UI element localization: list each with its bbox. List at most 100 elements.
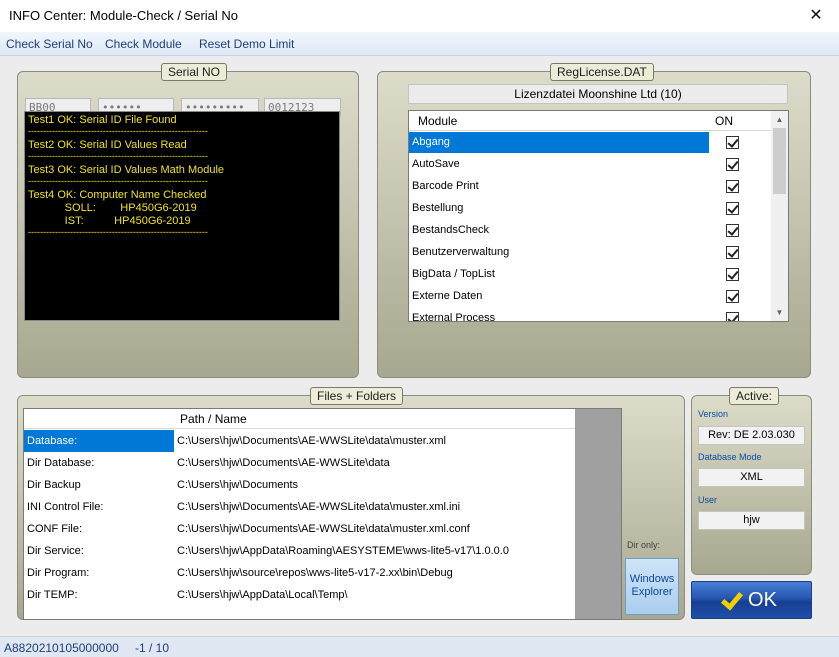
module-enabled-checkbox[interactable] [726, 202, 739, 215]
title-bar: INFO Center: Module-Check / Serial No ✕ [0, 0, 839, 32]
files-table-row[interactable]: Dir Backup C:\Users\hjw\Documents [24, 474, 575, 496]
files-table-header: Path / Name [24, 409, 575, 429]
row-path: C:\Users\hjw\Documents\AE-WWSLite\data [177, 457, 390, 469]
module-row[interactable]: BigData / TopList [409, 264, 771, 286]
module-name: Abgang [409, 132, 709, 153]
module-name: Barcode Print [412, 180, 479, 192]
checkmark-icon [721, 587, 744, 611]
row-label: Dir Backup [27, 479, 81, 491]
module-enabled-checkbox[interactable] [726, 136, 739, 149]
windows-explorer-button[interactable]: Windows Explorer [625, 558, 679, 615]
license-group: RegLicense.DAT Lizenzdatei Moonshine Ltd… [377, 63, 811, 378]
scroll-down-icon[interactable]: ▼ [771, 304, 788, 321]
module-enabled-checkbox[interactable] [726, 158, 739, 171]
column-header-module[interactable]: Module [418, 114, 457, 128]
module-row[interactable]: BestandsCheck [409, 220, 771, 242]
files-table[interactable]: Path / Name Database: C:\Users\hjw\Docume… [23, 408, 622, 620]
files-table-row[interactable]: INI Control File: C:\Users\hjw\Documents\… [24, 496, 575, 518]
row-path: C:\Users\hjw\Documents\AE-WWSLite\data\m… [177, 501, 461, 513]
row-path: C:\Users\hjw\Documents [177, 479, 299, 491]
serial-group: Serial NO BB00 •••••• ••••••••• 0012123 … [17, 63, 359, 378]
module-row[interactable]: Abgang [409, 132, 771, 154]
module-name: AutoSave [412, 158, 460, 170]
database-mode-label: Database Mode [698, 452, 762, 462]
files-table-row[interactable]: Dir Service: C:\Users\hjw\AppData\Roaming… [24, 540, 575, 562]
status-id: A8820210105000000 [4, 641, 119, 655]
ok-label: OK [748, 589, 777, 611]
module-list[interactable]: Module ON Abgang AutoSave Barcode Print Bes… [408, 110, 789, 322]
module-list-header: Module ON [409, 111, 771, 131]
version-value: Rev: DE 2.03.030 [698, 426, 805, 445]
row-label: Dir Database: [27, 457, 95, 469]
row-path: C:\Users\hjw\source\repos\wws-lite5-v17-… [177, 567, 453, 579]
menu-reset-demo-limit[interactable]: Reset Demo Limit [199, 37, 294, 51]
row-label: Database: [24, 430, 174, 452]
version-label: Version [698, 409, 729, 419]
module-row[interactable]: Barcode Print [409, 176, 771, 198]
active-group-title: Active: [729, 387, 780, 405]
user-value: hjw [698, 511, 805, 530]
license-file-label: Lizenzdatei Moonshine Ltd (10) [408, 84, 788, 104]
module-name: BestandsCheck [412, 224, 490, 236]
active-group: Active: Version Rev: DE 2.03.030 Databas… [691, 387, 812, 575]
console-separator: ----------------------------------------… [28, 127, 208, 136]
column-header-on[interactable]: ON [715, 114, 733, 128]
console-line: Test3 OK: Serial ID Values Math Module [28, 164, 225, 176]
module-row[interactable]: Bestellung [409, 198, 771, 220]
console-separator: ----------------------------------------… [28, 152, 208, 161]
menu-check-module[interactable]: Check Module [105, 37, 182, 51]
scroll-up-icon[interactable]: ▲ [771, 111, 788, 128]
row-label: INI Control File: [27, 501, 104, 513]
user-label: User [698, 495, 718, 505]
files-group: Files + Folders Path / Name Database: C:\… [17, 387, 685, 620]
console-line: IST: HP450G6-2019 [28, 215, 191, 227]
serial-test-console: Test1 OK: Serial ID File Found ---------… [24, 111, 340, 321]
module-name: Externe Daten [412, 290, 483, 302]
row-label: Dir Program: [27, 567, 90, 579]
column-header-path[interactable]: Path / Name [180, 412, 247, 426]
files-table-row[interactable]: CONF File: C:\Users\hjw\Documents\AE-WWSL… [24, 518, 575, 540]
module-row[interactable]: AutoSave [409, 154, 771, 176]
module-enabled-checkbox[interactable] [726, 246, 739, 259]
row-label: Dir TEMP: [27, 589, 78, 601]
files-table-row[interactable]: Database: C:\Users\hjw\Documents\AE-WWSLi… [24, 430, 575, 452]
module-row[interactable]: Benutzerverwaltung [409, 242, 771, 264]
module-list-scrollbar[interactable]: ▲ ▼ [771, 111, 788, 321]
console-line: Test2 OK: Serial ID Values Read [28, 139, 187, 151]
module-enabled-checkbox[interactable] [726, 290, 739, 303]
row-path: C:\Users\hjw\Documents\AE-WWSLite\data\m… [177, 435, 446, 447]
row-path: C:\Users\hjw\Documents\AE-WWSLite\data\m… [177, 523, 470, 535]
close-icon[interactable]: ✕ [793, 0, 839, 32]
module-name: BigData / TopList [412, 268, 495, 280]
module-enabled-checkbox[interactable] [726, 180, 739, 193]
module-enabled-checkbox[interactable] [726, 312, 739, 321]
database-mode-value: XML [698, 468, 805, 487]
module-row[interactable]: Externe Daten [409, 286, 771, 308]
row-label: Dir Service: [27, 545, 84, 557]
files-table-row[interactable]: Dir Program: C:\Users\hjw\source\repos\ww… [24, 562, 575, 584]
windows-explorer-label-2: Explorer [631, 586, 673, 598]
console-separator: ----------------------------------------… [28, 177, 208, 186]
module-name: External Process [412, 312, 496, 322]
row-path: C:\Users\hjw\AppData\Roaming\AESYSTEME\w… [177, 545, 509, 557]
files-table-row[interactable]: Dir TEMP: C:\Users\hjw\AppData\Local\Temp… [24, 584, 575, 606]
status-counter: -1 / 10 [135, 641, 170, 655]
module-name: Benutzerverwaltung [412, 246, 510, 258]
windows-explorer-label-1: Windows [629, 573, 675, 585]
scroll-thumb[interactable] [773, 128, 786, 194]
module-enabled-checkbox[interactable] [726, 268, 739, 281]
files-table-row[interactable]: Dir Database: C:\Users\hjw\Documents\AE-W… [24, 452, 575, 474]
license-group-title: RegLicense.DAT [550, 63, 654, 81]
window-title: INFO Center: Module-Check / Serial No [9, 8, 239, 23]
row-path: C:\Users\hjw\AppData\Local\Temp\ [177, 589, 348, 601]
serial-group-title: Serial NO [161, 63, 228, 81]
module-name: Bestellung [412, 202, 464, 214]
console-line: Test1 OK: Serial ID File Found [28, 114, 177, 126]
module-enabled-checkbox[interactable] [726, 224, 739, 237]
ok-button[interactable]: OK [691, 581, 812, 619]
status-bar: A8820210105000000 -1 / 10 [0, 636, 839, 657]
files-table-body: Path / Name Database: C:\Users\hjw\Docume… [24, 409, 575, 619]
menu-check-serial[interactable]: Check Serial No [6, 37, 93, 51]
module-row[interactable]: External Process [409, 308, 771, 322]
dir-only-label: Dir only: [627, 540, 661, 550]
